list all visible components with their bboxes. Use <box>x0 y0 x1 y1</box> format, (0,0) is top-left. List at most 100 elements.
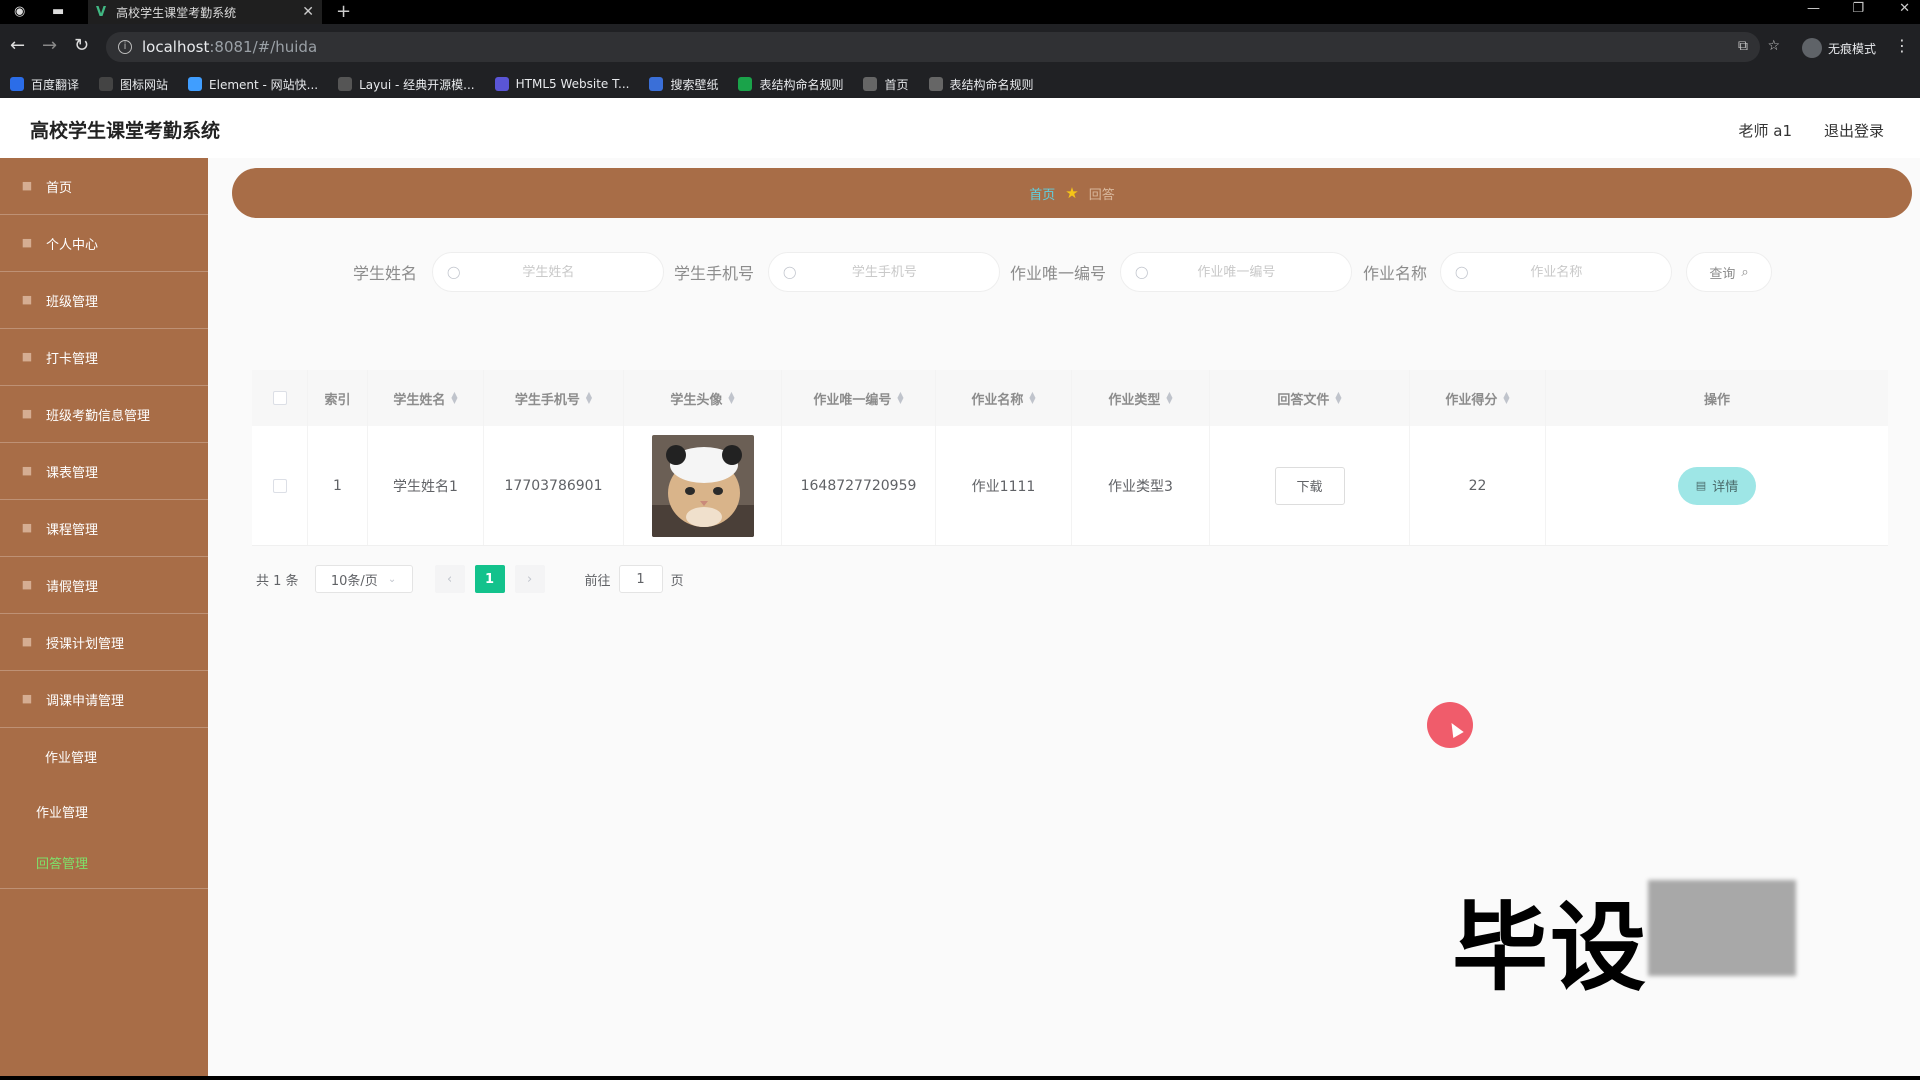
next-page-icon[interactable]: › <box>514 565 545 593</box>
bookmark-label: 首页 <box>884 77 909 92</box>
sort-icon[interactable]: ▲ ▼ <box>451 391 457 405</box>
bookmark-label: Layui - 经典开源模... <box>359 77 475 92</box>
sort-icon[interactable]: ▲ ▼ <box>1166 391 1172 405</box>
cell-file: 下载 <box>1210 426 1410 545</box>
sidebar-item[interactable]: ■ 首页 <box>0 158 208 215</box>
search-input-phone[interactable] <box>804 264 965 280</box>
sidebar-item[interactable]: ■ 班级管理 <box>0 272 208 329</box>
browser-menu-icon[interactable]: ◉ <box>14 4 25 19</box>
bookmark-item[interactable]: Layui - 经典开源模... <box>338 76 475 93</box>
table-row: 1 学生姓名1 17703786901 1648727720959 作业1111… <box>252 426 1888 546</box>
sidebar-item[interactable]: ■ 调课申请管理 <box>0 671 208 728</box>
col-index-label: 索引 <box>324 392 351 408</box>
sidebar-group-homework[interactable]: 作业管理 <box>0 728 208 785</box>
chevron-down-icon: ⌄ <box>387 573 397 585</box>
sort-icon[interactable]: ▲ ▼ <box>586 391 592 405</box>
col-phone[interactable]: 学生手机号 ▲ ▼ <box>484 370 624 426</box>
bookmark-item[interactable]: 搜索壁纸 <box>649 76 718 93</box>
bookmark-label: 表结构命名规则 <box>759 77 844 92</box>
bookmark-item[interactable]: 表结构命名规则 <box>738 76 843 93</box>
page-size-select[interactable]: 10条/页 ⌄ <box>314 565 413 593</box>
sidebar-item-label: 课程管理 <box>46 522 99 538</box>
bookmark-star-icon[interactable]: ☆ <box>1767 38 1780 54</box>
sort-icon[interactable]: ▲ ▼ <box>897 391 903 405</box>
prev-page-icon[interactable]: ‹ <box>434 565 465 593</box>
globe-icon <box>863 77 878 91</box>
query-button[interactable]: 查询 ⌕ <box>1686 252 1772 292</box>
incognito-indicator[interactable]: 无痕模式 <box>1801 38 1876 58</box>
translate-icon[interactable]: ⧉ <box>1738 38 1748 54</box>
bookmark-item[interactable]: 图标网站 <box>99 76 168 93</box>
logout-link[interactable]: 退出登录 <box>1824 120 1884 141</box>
goto-page-input[interactable]: 1 <box>618 565 663 593</box>
tab-search-icon[interactable]: ▬ <box>52 4 64 19</box>
col-score[interactable]: 作业得分 ▲ ▼ <box>1410 370 1546 426</box>
course-icon: ■ <box>21 521 33 534</box>
sidebar-subitem-answers[interactable]: 回答管理 <box>0 837 208 889</box>
cursor-highlight <box>1427 702 1473 748</box>
col-hwid[interactable]: 作业唯一编号 ▲ ▼ <box>782 370 936 426</box>
chart-icon: ■ <box>21 635 33 648</box>
user-icon: ■ <box>21 236 33 249</box>
bookmark-item[interactable]: Element - 网站快... <box>188 76 318 93</box>
restore-icon[interactable]: ❐ <box>1852 1 1864 16</box>
sidebar-item[interactable]: ■ 请假管理 <box>0 557 208 614</box>
sort-icon[interactable]: ▲ ▼ <box>1029 391 1035 405</box>
sidebar-item[interactable]: ■ 授课计划管理 <box>0 614 208 671</box>
reload-icon[interactable]: ↻ <box>74 35 89 56</box>
col-file-label: 回答文件 <box>1277 392 1330 408</box>
bookmark-item[interactable]: 百度翻译 <box>10 76 79 93</box>
download-button[interactable]: 下载 <box>1274 466 1345 505</box>
breadcrumb-home[interactable]: 首页 <box>1029 184 1055 203</box>
bookmark-item[interactable]: HTML5 Website T... <box>494 77 629 91</box>
star-icon: ★ <box>1065 184 1079 202</box>
globe-icon <box>928 77 943 91</box>
url-input[interactable]: i localhost :8081/#/huida <box>106 32 1760 62</box>
student-avatar-cat-image[interactable] <box>651 434 754 537</box>
cell-avatar <box>624 426 782 545</box>
sidebar-item[interactable]: ■ 课程管理 <box>0 500 208 557</box>
col-avatar-label: 学生头像 <box>670 392 723 408</box>
page-number-current[interactable]: 1 <box>474 565 505 593</box>
col-avatar[interactable]: 学生头像 ▲ ▼ <box>624 370 782 426</box>
select-all-checkbox[interactable] <box>272 391 287 405</box>
search-input-hwid[interactable] <box>1156 264 1317 280</box>
sidebar-item[interactable]: ■ 个人中心 <box>0 215 208 272</box>
sidebar-item[interactable]: ■ 打卡管理 <box>0 329 208 386</box>
sort-icon[interactable]: ▲ ▼ <box>728 391 734 405</box>
bookmarks-bar: 百度翻译 图标网站 Element - 网站快... Layui - 经典开源模...… <box>0 70 1920 98</box>
bookmark-item[interactable]: 首页 <box>863 76 909 93</box>
search-input-name[interactable] <box>468 264 629 280</box>
window-close-icon[interactable]: ✕ <box>1899 1 1910 16</box>
cursor-arrow-icon <box>1446 719 1464 739</box>
current-user: 老师 a1 <box>1738 122 1792 140</box>
site-info-icon[interactable]: i <box>118 40 132 54</box>
browser-tab-active[interactable]: V 高校学生课堂考勤系统 ✕ <box>88 0 322 24</box>
system-title: 高校学生课堂考勤系统 <box>30 120 221 142</box>
row-select-cell <box>252 426 308 545</box>
page-unit-label: 页 <box>670 573 684 589</box>
sidebar-subitem-homework[interactable]: 作业管理 <box>0 785 208 837</box>
sidebar-item[interactable]: ■ 班级考勤信息管理 <box>0 386 208 443</box>
bookmark-label: 图标网站 <box>120 77 169 92</box>
bookmark-item[interactable]: 表结构命名规则 <box>928 76 1034 93</box>
new-tab-icon[interactable]: + <box>336 1 351 22</box>
row-checkbox[interactable] <box>272 478 287 493</box>
col-hwname[interactable]: 作业名称 ▲ ▼ <box>936 370 1072 426</box>
back-icon[interactable]: ← <box>10 35 25 56</box>
sidebar-item[interactable]: ■ 课表管理 <box>0 443 208 500</box>
search-input-hwname[interactable] <box>1476 264 1637 280</box>
more-menu-icon[interactable]: ⋮ <box>1894 36 1910 55</box>
page-size-value: 10条/页 <box>330 573 378 589</box>
col-hwtype[interactable]: 作业类型 ▲ ▼ <box>1072 370 1210 426</box>
search-label-name: 学生姓名 <box>353 264 418 283</box>
tab-close-icon[interactable]: ✕ <box>302 4 314 20</box>
col-file[interactable]: 回答文件 ▲ ▼ <box>1210 370 1410 426</box>
sort-icon[interactable]: ▲ ▼ <box>1335 391 1341 405</box>
swap-icon: ■ <box>21 692 33 705</box>
detail-button[interactable]: ▤ 详情 <box>1678 466 1756 505</box>
minimize-icon[interactable]: — <box>1807 1 1820 16</box>
sort-icon[interactable]: ▲ ▼ <box>1503 391 1509 405</box>
col-name[interactable]: 学生姓名 ▲ ▼ <box>368 370 484 426</box>
forward-icon[interactable]: → <box>42 35 57 56</box>
